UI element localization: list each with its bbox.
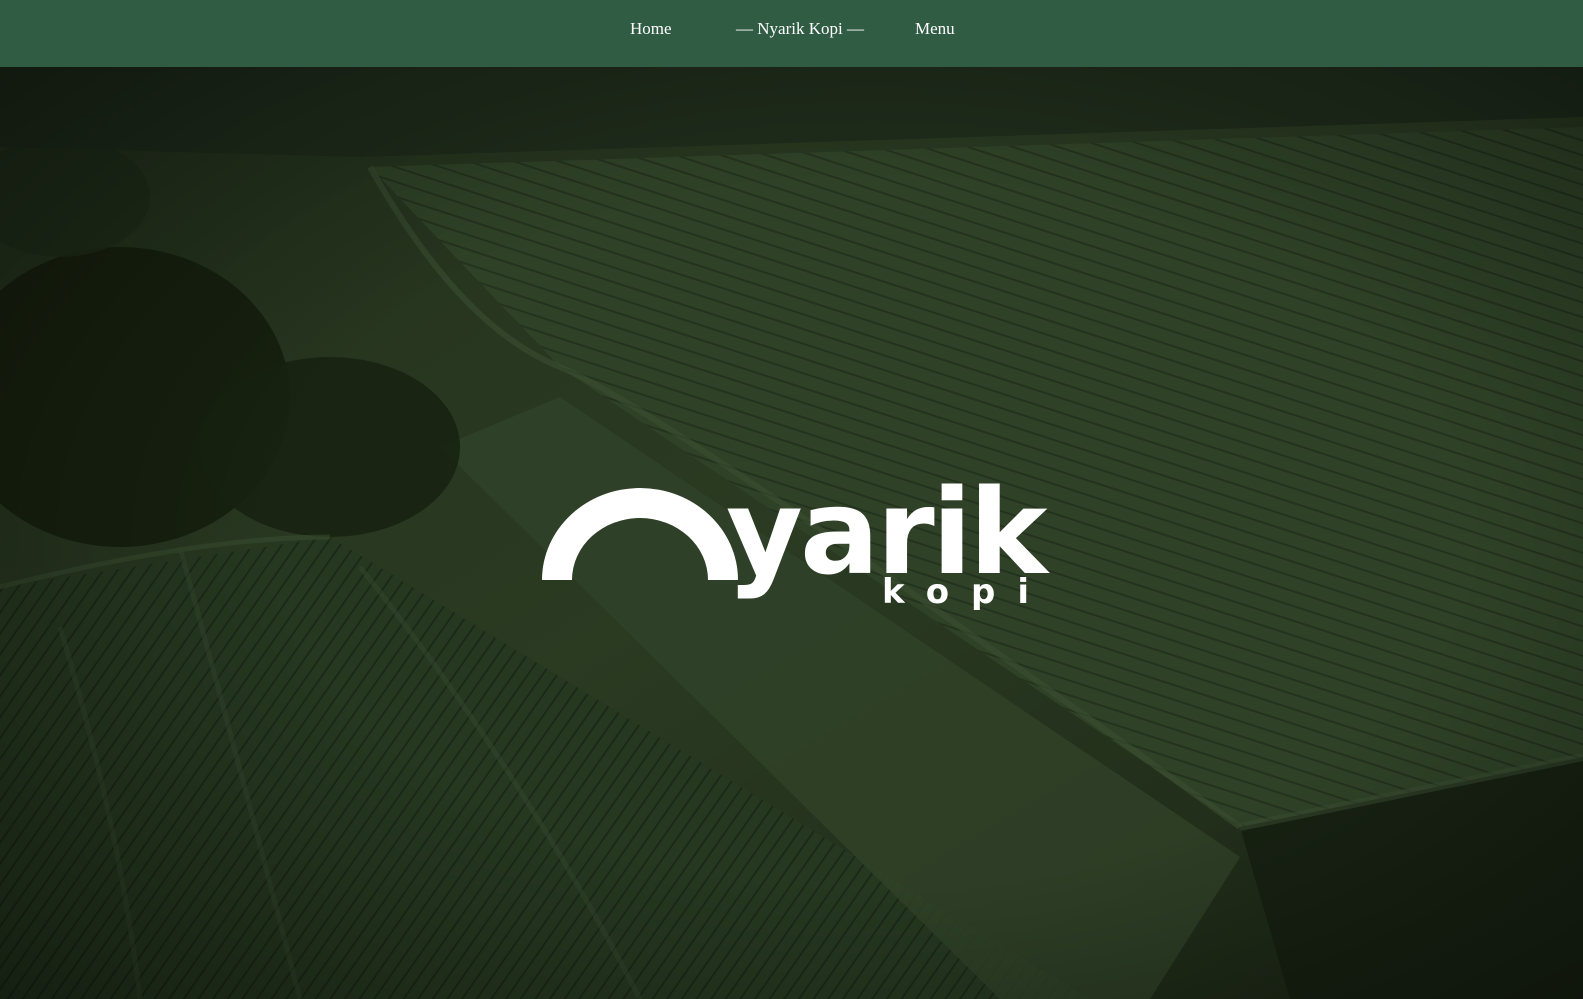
- logo-arch-n-icon: [542, 488, 738, 580]
- nav-menu-link[interactable]: Menu: [915, 19, 955, 39]
- page: Home — Nyarik Kopi — Menu yarik kopi: [0, 0, 1583, 999]
- nyarik-kopi-logo: yarik kopi: [530, 463, 1052, 620]
- nav-home-link[interactable]: Home: [630, 19, 672, 39]
- nav-brand-link[interactable]: — Nyarik Kopi —: [736, 19, 864, 39]
- logo-subtitle: kopi: [882, 572, 1052, 612]
- top-navigation-bar: Home — Nyarik Kopi — Menu: [0, 0, 1583, 67]
